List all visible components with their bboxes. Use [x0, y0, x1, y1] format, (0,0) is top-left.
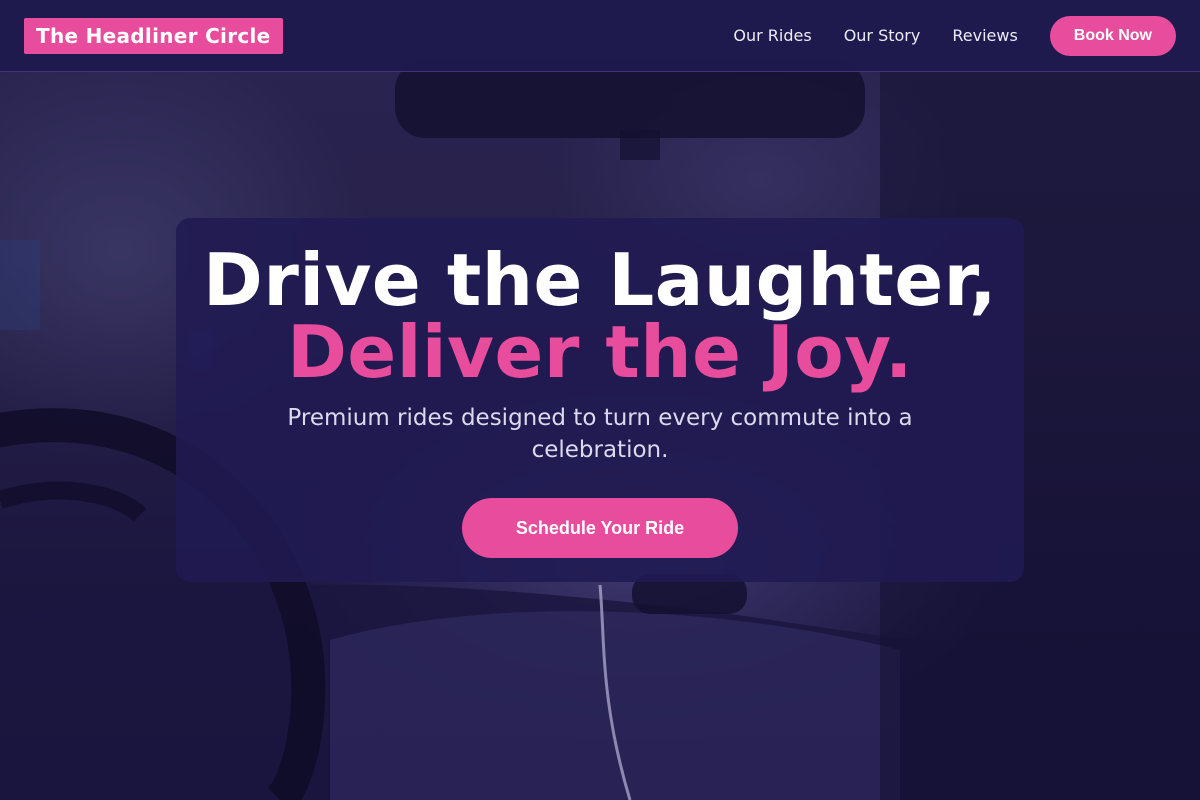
brand-logo[interactable]: The Headliner Circle: [24, 17, 283, 54]
hero-headline-line1: Drive the Laughter,: [203, 238, 997, 322]
hero-subtitle: Premium rides designed to turn every com…: [287, 405, 913, 463]
schedule-ride-button[interactable]: Schedule Your Ride: [462, 498, 738, 558]
nav-link-our-rides[interactable]: Our Rides: [733, 26, 811, 45]
site-header: The Headliner Circle Our Rides Our Story…: [0, 0, 1200, 72]
hero-headline-line2: Deliver the Joy.: [287, 310, 913, 394]
main-nav: Our Rides Our Story Reviews Book Now: [733, 15, 1176, 56]
nav-link-reviews[interactable]: Reviews: [952, 26, 1017, 45]
nav-link-our-story[interactable]: Our Story: [844, 26, 921, 45]
landing-page: The Headliner Circle Our Rides Our Story…: [0, 0, 1200, 800]
hero-card: Drive the Laughter, Deliver the Joy. Pre…: [176, 218, 1024, 582]
book-now-button[interactable]: Book Now: [1049, 15, 1176, 56]
